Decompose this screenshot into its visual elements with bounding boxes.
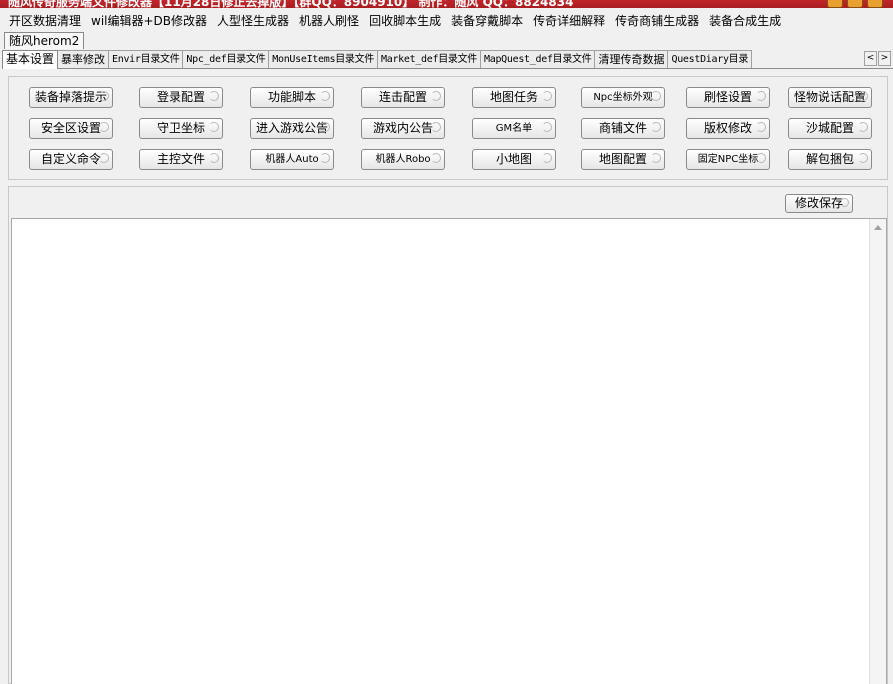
config-button-panel: 装备掉落提示 登录配置 功能脚本 连击配置 地图任务 Npc坐标外观 刷怪设置 … — [8, 76, 888, 180]
copyright-edit-button[interactable]: 版权修改 — [686, 118, 770, 139]
close-icon[interactable] — [867, 0, 883, 8]
npc-coord-appearance-button[interactable]: Npc坐标外观 — [581, 87, 665, 108]
menu-item-humanoid-monster[interactable]: 人型怪生成器 — [212, 12, 294, 29]
save-changes-button[interactable]: 修改保存 — [785, 194, 853, 213]
menu-item-equip-script[interactable]: 装备穿戴脚本 — [446, 12, 528, 29]
maximize-icon[interactable] — [847, 0, 863, 8]
menu-item-robot-spawn[interactable]: 机器人刷怪 — [294, 12, 364, 29]
tab-npc-def[interactable]: Npc_def目录文件 — [182, 50, 270, 68]
combo-config-button[interactable]: 连击配置 — [361, 87, 445, 108]
vertical-scrollbar[interactable] — [869, 219, 886, 684]
menu-item-shop-generator[interactable]: 传奇商铺生成器 — [610, 12, 704, 29]
in-game-notice-button[interactable]: 游戏内公告 — [361, 118, 445, 139]
tab-monuseitems[interactable]: MonUseItems目录文件 — [268, 50, 378, 68]
robot-auto-button[interactable]: 机器人Auto — [250, 149, 334, 170]
file-content-textarea[interactable] — [11, 218, 887, 684]
tab-mapquest-def[interactable]: MapQuest_def目录文件 — [480, 50, 596, 68]
menu-item-data-cleanup[interactable]: 开区数据清理 — [4, 12, 86, 29]
spawn-settings-button[interactable]: 刷怪设置 — [686, 87, 770, 108]
tab-drop-rate[interactable]: 暴率修改 — [57, 50, 110, 68]
tab-market-def[interactable]: Market_def目录文件 — [377, 50, 482, 68]
tab-envir[interactable]: Envir目录文件 — [108, 50, 184, 68]
custom-command-button[interactable]: 自定义命令 — [29, 149, 113, 170]
tab-clean-data[interactable]: 清理传奇数据 — [594, 50, 669, 68]
editor-panel: 修改保存 — [8, 186, 888, 684]
unpack-pack-button[interactable]: 解包捆包 — [788, 149, 872, 170]
robot-robo-button[interactable]: 机器人Robo — [361, 149, 445, 170]
login-config-button[interactable]: 登录配置 — [139, 87, 223, 108]
castle-config-button[interactable]: 沙城配置 — [788, 118, 872, 139]
map-quest-button[interactable]: 地图任务 — [472, 87, 556, 108]
profile-tab[interactable]: 随风herom2 — [4, 32, 85, 49]
guard-coord-button[interactable]: 守卫坐标 — [139, 118, 223, 139]
scroll-up-icon[interactable] — [874, 225, 882, 230]
tab-strip: 基本设置 暴率修改 Envir目录文件 Npc_def目录文件 MonUseIt… — [2, 50, 893, 69]
gm-list-button[interactable]: GM名单 — [472, 118, 556, 139]
fixed-npc-coord-button[interactable]: 固定NPC坐标 — [686, 149, 770, 170]
chevron-left-icon[interactable]: < — [864, 51, 877, 66]
menu-item-recycle-script[interactable]: 回收脚本生成 — [364, 12, 446, 29]
function-script-button[interactable]: 功能脚本 — [250, 87, 334, 108]
master-file-button[interactable]: 主控文件 — [139, 149, 223, 170]
safe-zone-button[interactable]: 安全区设置 — [29, 118, 113, 139]
chevron-right-icon[interactable]: > — [878, 51, 891, 66]
menu-item-wil-editor[interactable]: wil编辑器+DB修改器 — [86, 12, 212, 29]
tab-scroll-arrows: < > — [864, 51, 891, 66]
equip-drop-hint-button[interactable]: 装备掉落提示 — [29, 87, 113, 108]
menu-item-legend-explain[interactable]: 传奇详细解释 — [528, 12, 610, 29]
window-title: 随风传奇服务端文件修改器【11月28日修正去掉版】【群QQ：8904910】 制… — [8, 0, 574, 8]
window-controls — [827, 0, 883, 8]
monster-speech-button[interactable]: 怪物说话配置 — [788, 87, 872, 108]
tab-questdiary[interactable]: QuestDiary目录 — [667, 50, 753, 68]
menu-item-equip-synthesis[interactable]: 装备合成生成 — [704, 12, 786, 29]
title-bar: 随风传奇服务端文件修改器【11月28日修正去掉版】【群QQ：8904910】 制… — [0, 0, 893, 8]
minimize-icon[interactable] — [827, 0, 843, 8]
enter-game-notice-button[interactable]: 进入游戏公告 — [250, 118, 334, 139]
tab-basic-settings[interactable]: 基本设置 — [2, 50, 59, 69]
menu-bar: 开区数据清理 wil编辑器+DB修改器 人型怪生成器 机器人刷怪 回收脚本生成 … — [0, 9, 893, 31]
shop-file-button[interactable]: 商铺文件 — [581, 118, 665, 139]
map-config-button[interactable]: 地图配置 — [581, 149, 665, 170]
minimap-button[interactable]: 小地图 — [472, 149, 556, 170]
